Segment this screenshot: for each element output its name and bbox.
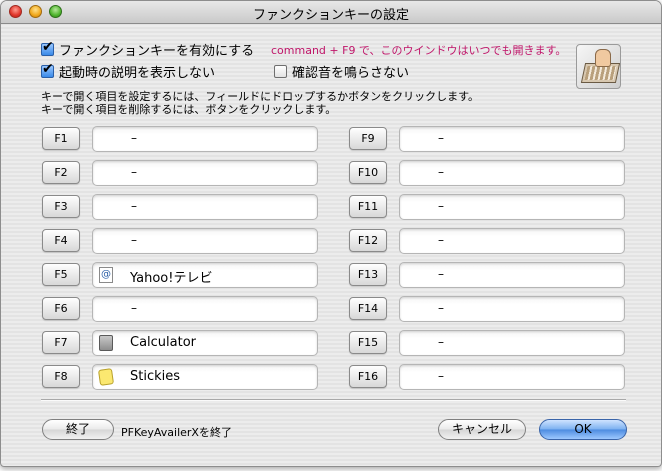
enable-fkeys-label: ファンクションキーを有効にする bbox=[59, 44, 255, 59]
fkey-item-empty: – bbox=[438, 335, 444, 349]
fkey-item-name: Calculator bbox=[130, 335, 197, 350]
fkey-field-f7[interactable]: Calculator bbox=[92, 330, 318, 356]
fkey-item-empty: – bbox=[131, 199, 137, 213]
fkey-field-f2[interactable]: – bbox=[92, 160, 318, 186]
footer-divider bbox=[41, 399, 626, 401]
confirm-sound-option[interactable]: 確認音を鳴らさない bbox=[274, 62, 409, 81]
instructions-line-1: キーで開く項目を設定するには、フィールドにドロップするかボタンをクリックします。 bbox=[41, 90, 480, 103]
fkey-item-empty: – bbox=[438, 233, 444, 247]
fkey-button-f16[interactable]: F16 bbox=[349, 365, 387, 388]
fkey-button-f5[interactable]: F5 bbox=[42, 263, 80, 286]
fkey-button-f9[interactable]: F9 bbox=[349, 127, 387, 150]
fkey-item-empty: – bbox=[131, 131, 137, 145]
title-bar[interactable]: ファンクションキーの設定 bbox=[1, 1, 661, 24]
fkey-item-empty: – bbox=[438, 369, 444, 383]
fkey-field-f3[interactable]: – bbox=[92, 194, 318, 220]
fkey-button-f6[interactable]: F6 bbox=[42, 297, 80, 320]
fkey-button-f12[interactable]: F12 bbox=[349, 229, 387, 252]
fkey-field-f1[interactable]: – bbox=[92, 126, 318, 152]
confirm-sound-label: 確認音を鳴らさない bbox=[292, 66, 410, 81]
ok-button[interactable]: OK bbox=[539, 419, 627, 440]
fkey-field-f16[interactable]: – bbox=[399, 364, 625, 390]
enable-fkeys-checkbox[interactable] bbox=[41, 39, 54, 56]
stickies-app-icon bbox=[97, 368, 115, 386]
shortcut-hint: command + F9 で、このウインドウはいつでも開きます。 bbox=[271, 44, 567, 57]
fkey-button-f10[interactable]: F10 bbox=[349, 161, 387, 184]
fkey-field-f12[interactable]: – bbox=[399, 228, 625, 254]
fkey-field-f14[interactable]: – bbox=[399, 296, 625, 322]
fkey-field-f9[interactable]: – bbox=[399, 126, 625, 152]
fkey-button-f7[interactable]: F7 bbox=[42, 331, 80, 354]
fkey-button-f8[interactable]: F8 bbox=[42, 365, 80, 388]
fkey-button-f3[interactable]: F3 bbox=[42, 195, 80, 218]
hide-startup-checkbox[interactable] bbox=[41, 61, 54, 78]
window-title: ファンクションキーの設定 bbox=[252, 8, 409, 23]
quit-button[interactable]: 終了 bbox=[42, 419, 114, 440]
web-location-icon: @ bbox=[99, 267, 113, 283]
fkey-button-f11[interactable]: F11 bbox=[349, 195, 387, 218]
fkey-field-f10[interactable]: – bbox=[399, 160, 625, 186]
keyboard-app-icon bbox=[576, 44, 621, 89]
hide-startup-label: 起動時の説明を表示しない bbox=[59, 66, 216, 81]
hide-startup-option[interactable]: 起動時の説明を表示しない bbox=[41, 61, 216, 81]
fkey-button-f2[interactable]: F2 bbox=[42, 161, 80, 184]
fkey-field-f5[interactable]: @ Yahoo!テレビ bbox=[92, 262, 318, 288]
fkey-item-empty: – bbox=[438, 199, 444, 213]
fkey-item-empty: – bbox=[438, 165, 444, 179]
enable-fkeys-option[interactable]: ファンクションキーを有効にする bbox=[41, 39, 255, 59]
fkey-item-name: Stickies bbox=[130, 369, 181, 384]
instructions: キーで開く項目を設定するには、フィールドにドロップするかボタンをクリックします。… bbox=[41, 90, 479, 116]
fkey-button-f13[interactable]: F13 bbox=[349, 263, 387, 286]
fkey-button-f15[interactable]: F15 bbox=[349, 331, 387, 354]
fkey-settings-window: ファンクションキーの設定 ファンクションキーを有効にする 起動時の説明を表示しな… bbox=[0, 0, 662, 467]
fkey-item-empty: – bbox=[438, 131, 444, 145]
cancel-button[interactable]: キャンセル bbox=[438, 419, 526, 440]
fkey-field-f4[interactable]: – bbox=[92, 228, 318, 254]
fkey-field-f15[interactable]: – bbox=[399, 330, 625, 356]
fkey-item-empty: – bbox=[131, 165, 137, 179]
fkey-field-f8[interactable]: Stickies bbox=[92, 364, 318, 390]
calculator-app-icon bbox=[99, 335, 113, 351]
fkey-field-f13[interactable]: – bbox=[399, 262, 625, 288]
fkey-button-f4[interactable]: F4 bbox=[42, 229, 80, 252]
fkey-item-empty: – bbox=[131, 233, 137, 247]
fkey-item-empty: – bbox=[131, 301, 137, 315]
fkey-field-f6[interactable]: – bbox=[92, 296, 318, 322]
fkey-item-name: Yahoo!テレビ bbox=[130, 271, 213, 286]
fkey-button-f1[interactable]: F1 bbox=[42, 127, 80, 150]
fkey-item-empty: – bbox=[438, 301, 444, 315]
fkey-button-f14[interactable]: F14 bbox=[349, 297, 387, 320]
fkey-field-f11[interactable]: – bbox=[399, 194, 625, 220]
instructions-line-2: キーで開く項目を削除するには、ボタンをクリックします。 bbox=[41, 103, 337, 116]
quit-app-label: PFKeyAvailerXを終了 bbox=[121, 426, 232, 439]
fkey-item-empty: – bbox=[438, 267, 444, 281]
confirm-sound-checkbox[interactable] bbox=[274, 65, 287, 78]
